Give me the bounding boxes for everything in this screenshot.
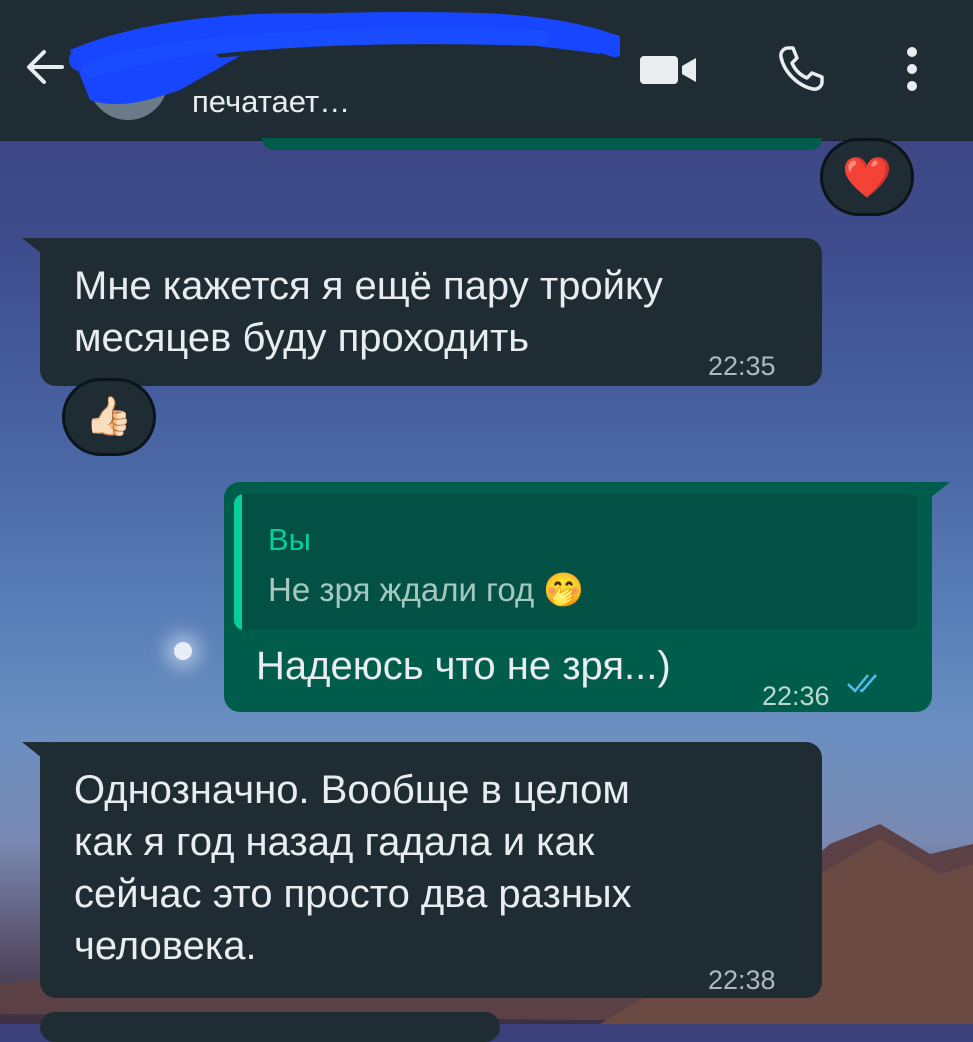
moon <box>174 642 192 660</box>
bubble-tail-outgoing <box>920 482 950 506</box>
message-bubble-incoming-partial[interactable] <box>40 1012 500 1042</box>
message-text: Надеюсь что не зря...) <box>256 644 671 688</box>
quote-author: Вы <box>268 522 311 557</box>
bubble-tail-incoming <box>22 238 52 262</box>
message-time: 22:38 <box>708 965 776 995</box>
video-call-icon[interactable] <box>638 52 700 88</box>
message-time: 22:36 <box>762 681 830 711</box>
quote-text: Не зря ждали год 🤭 <box>268 571 585 608</box>
read-receipt-double-check-icon <box>847 674 877 693</box>
quote-accent-bar <box>234 494 242 630</box>
message-text-line: Мне кажется я ещё пару тройку <box>74 264 663 308</box>
reaction-thumbs-up[interactable]: 👍🏻 <box>62 378 156 456</box>
message-bubble-outgoing[interactable]: Вы Не зря ждали год 🤭 Надеюсь что не зря… <box>224 482 932 712</box>
message-text-line: сейчас это просто два разных <box>74 872 632 916</box>
more-vert-icon[interactable] <box>898 44 926 94</box>
thumbs-up-emoji-icon: 👍🏻 <box>85 396 133 438</box>
message-bubble-outgoing-partial[interactable] <box>262 138 822 150</box>
chat-header: печатает… <box>0 0 973 141</box>
phone-call-icon[interactable] <box>776 44 826 94</box>
quoted-message[interactable]: Вы Не зря ждали год 🤭 <box>234 494 918 630</box>
reaction-heart[interactable]: ❤️ <box>820 138 914 216</box>
typing-status: печатает… <box>192 84 351 119</box>
bubble-tail-incoming <box>22 742 52 766</box>
message-bubble-incoming[interactable]: Однозначно. Вообще в целом как я год наз… <box>40 742 822 998</box>
message-time: 22:35 <box>708 351 776 381</box>
message-text-line: как я год назад гадала и как <box>74 820 595 864</box>
heart-emoji-icon: ❤️ <box>842 155 892 200</box>
message-bubble-incoming[interactable]: Мне кажется я ещё пару тройку месяцев бу… <box>40 238 822 386</box>
message-text-line: Однозначно. Вообще в целом <box>74 768 630 812</box>
